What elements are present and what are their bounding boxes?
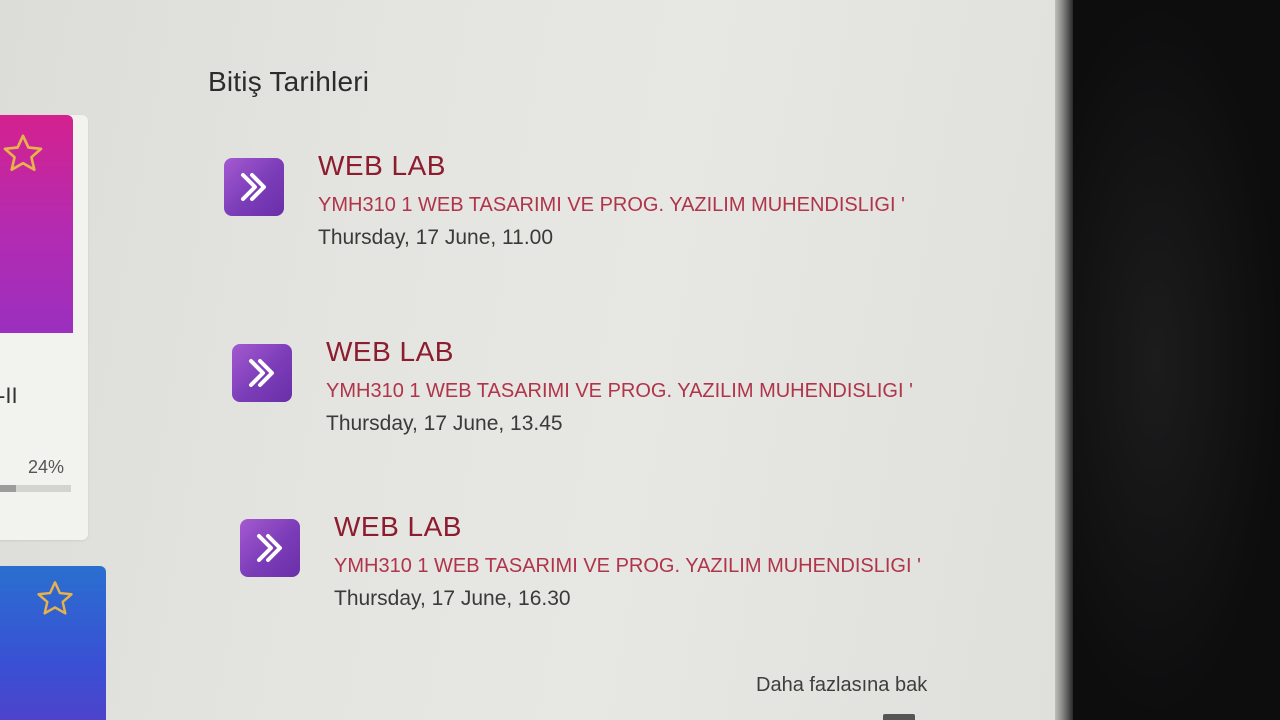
course-card[interactable] <box>0 566 106 720</box>
assignment-chevron-icon <box>224 158 284 216</box>
deadline-course-link[interactable]: YMH310 1 WEB TASARIMI VE PROG. YAZILIM M… <box>318 194 905 217</box>
star-outline-icon[interactable] <box>0 131 46 177</box>
deadline-course-link[interactable]: YMH310 1 WEB TASARIMI VE PROG. YAZILIM M… <box>326 380 913 403</box>
course-name[interactable]: -II <box>0 383 18 409</box>
see-more-link[interactable]: Daha fazlasına bak <box>756 674 927 697</box>
star-outline-icon[interactable] <box>34 578 76 620</box>
section-title: Bitiş Tarihleri <box>208 66 370 97</box>
scrollbar-handle[interactable] <box>883 714 915 720</box>
deadline-date: Thursday, 17 June, 13.45 <box>326 412 563 435</box>
background-dark <box>1073 0 1280 720</box>
assignment-chevron-icon <box>240 519 300 577</box>
deadline-name-link[interactable]: WEB LAB <box>318 150 446 182</box>
course-progress-fill <box>0 485 16 492</box>
course-progress-text: 24% <box>28 457 65 477</box>
deadline-item[interactable]: WEB LAB YMH310 1 WEB TASARIMI VE PROG. Y… <box>232 336 952 446</box>
assignment-chevron-icon <box>232 344 292 402</box>
deadline-name-link[interactable]: WEB LAB <box>326 336 454 368</box>
deadline-item[interactable]: WEB LAB YMH310 1 WEB TASARIMI VE PROG. Y… <box>224 150 944 260</box>
deadline-item[interactable]: WEB LAB YMH310 1 WEB TASARIMI VE PROG. Y… <box>240 511 960 621</box>
deadline-date: Thursday, 17 June, 11.00 <box>318 226 554 249</box>
deadline-course-link[interactable]: YMH310 1 WEB TASARIMI VE PROG. YAZILIM M… <box>334 555 921 578</box>
monitor-bezel <box>1055 0 1073 720</box>
deadline-name-link[interactable]: WEB LAB <box>334 511 462 543</box>
screen: -II 24% Bitiş Tarihleri WEB LAB YMH310 1… <box>0 0 1055 720</box>
course-progress-bar <box>0 485 71 492</box>
deadline-date: Thursday, 17 June, 16.30 <box>334 587 571 610</box>
course-card[interactable]: -II 24% <box>0 115 88 540</box>
